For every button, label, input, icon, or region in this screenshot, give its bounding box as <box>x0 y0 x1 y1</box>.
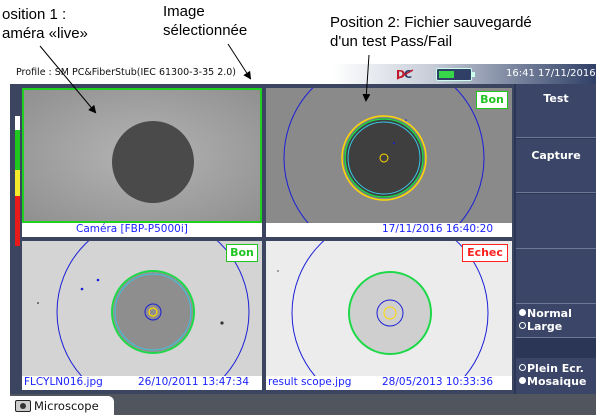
level-scale <box>15 116 20 246</box>
panel-saved-result[interactable]: Bon 17/11/2016 16:40:20 <box>266 88 512 237</box>
radio-icon <box>519 309 526 316</box>
panel-file-2[interactable]: Echec result scope.jpg 28/05/2013 10:33:… <box>266 241 512 390</box>
softkey-empty-1[interactable] <box>516 194 596 249</box>
tab-microscope-label: Microscope <box>34 399 99 413</box>
caption-right: 17/11/2016 16:40:20 <box>382 223 494 235</box>
radio-icon <box>519 364 526 371</box>
brand-logo-icon: D C <box>396 68 414 81</box>
size-option-large: Large <box>516 320 596 333</box>
profile-label: Profile : SM PC&FiberStub(IEC 61300-3-35… <box>16 67 237 78</box>
device-screen: Profile : SM PC&FiberStub(IEC 61300-3-35… <box>10 64 596 415</box>
caption-left: result scope.jpg <box>268 376 352 388</box>
file-1-caption: FLCYLN016.jpg 26/10/2011 13:47:34 <box>22 376 262 390</box>
caption-left: FLCYLN016.jpg <box>24 376 103 388</box>
battery-level <box>439 71 454 78</box>
fail-badge: Echec <box>462 244 508 262</box>
caption-right: 26/10/2011 13:47:34 <box>138 376 250 388</box>
pass-badge: Bon <box>226 244 258 262</box>
battery-icon <box>436 68 475 81</box>
caption-right: 28/05/2013 10:33:36 <box>382 376 494 388</box>
clock: 16:41 17/11/2016 <box>506 68 596 79</box>
softkey-panel: Test Capture Normal Large Plein Ecr. Mos… <box>514 84 596 394</box>
radio-icon <box>519 322 526 329</box>
caption-left: Caméra [FBP-P5000i] <box>76 223 188 235</box>
view-option-fullscreen: Plein Ecr. <box>516 362 596 375</box>
file-2-caption: result scope.jpg 28/05/2013 10:33:36 <box>266 376 512 390</box>
annotation-position2-line1: Position 2: Fichier sauvegardé <box>330 14 532 31</box>
live-camera-image <box>22 88 262 223</box>
annotation-position2-line2: d'un test Pass/Fail <box>330 33 453 50</box>
pass-badge: Bon <box>476 91 508 109</box>
test-button[interactable]: Test <box>516 84 596 138</box>
live-camera-caption: Caméra [FBP-P5000i] <box>22 223 262 237</box>
view-option-mosaic: Mosaique <box>516 375 596 388</box>
status-bar: Profile : SM PC&FiberStub(IEC 61300-3-35… <box>10 64 596 84</box>
test-label: Test <box>543 92 569 105</box>
view-toggle-button[interactable]: Plein Ecr. Mosaique <box>516 358 596 394</box>
tab-microscope[interactable]: Microscope <box>10 396 114 415</box>
softkey-empty-2[interactable] <box>516 249 596 304</box>
size-toggle-button[interactable]: Normal Large <box>516 304 596 338</box>
capture-button[interactable]: Capture <box>516 139 596 193</box>
annotation-position1-line2: améra «live» <box>2 25 88 42</box>
capture-label: Capture <box>531 149 581 162</box>
image-mosaic: Caméra [FBP-P5000i] Bon 17/11/2016 16:40… <box>10 84 514 394</box>
annotation-image-line1: Image <box>163 3 205 20</box>
microscope-icon <box>15 400 31 412</box>
saved-result-caption: 17/11/2016 16:40:20 <box>266 223 512 237</box>
radio-icon <box>519 377 526 384</box>
panel-live-camera[interactable]: Caméra [FBP-P5000i] <box>22 88 262 237</box>
annotation-position1-line1: osition 1 : <box>2 6 67 23</box>
annotation-image-line2: sélectionnée <box>163 22 248 39</box>
panel-file-1[interactable]: Bon FLCYLN016.jpg 26/10/2011 13:47:34 <box>22 241 262 390</box>
bottom-bar: Microscope <box>10 394 596 415</box>
size-option-normal: Normal <box>516 307 596 320</box>
